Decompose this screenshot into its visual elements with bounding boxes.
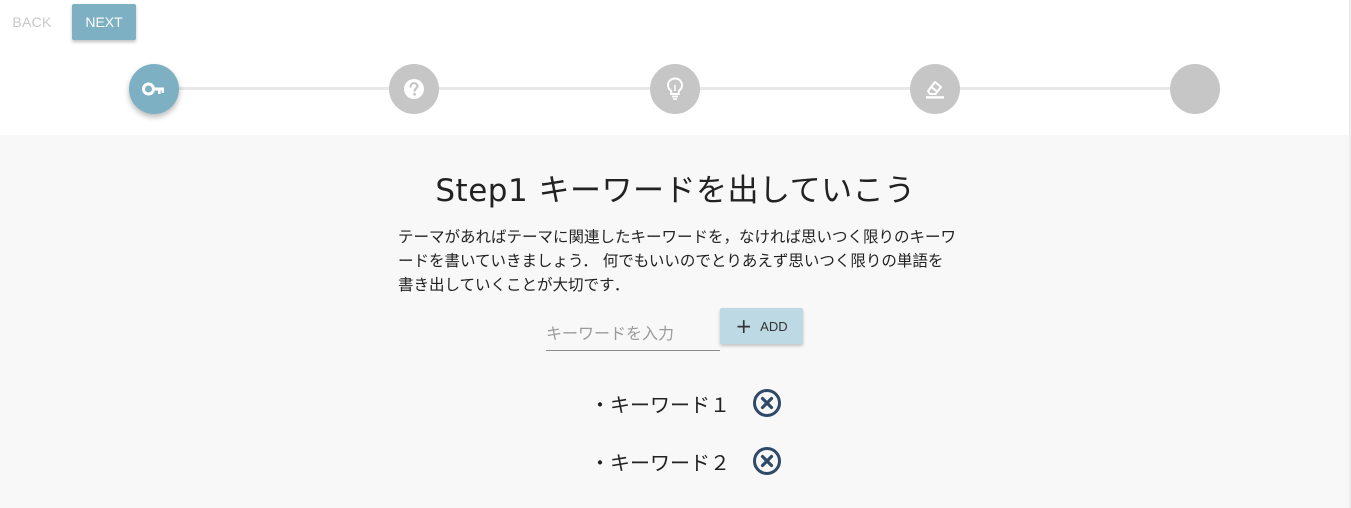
list-bullet: ・ xyxy=(590,392,610,417)
eraser-icon xyxy=(926,81,944,99)
help-circle-icon xyxy=(404,79,424,99)
keyword-input-wrapper xyxy=(546,318,720,351)
close-circle-icon[interactable] xyxy=(752,446,782,476)
back-button[interactable]: BACK xyxy=(4,4,60,40)
main-content: Step1 キーワードを出していこう テーマがあればテーマに関連したキーワードを… xyxy=(0,135,1351,508)
add-button-label: ADD xyxy=(760,318,788,334)
step-2-question[interactable] xyxy=(389,64,439,114)
list-bullet: ・ xyxy=(590,450,610,475)
key-icon xyxy=(142,82,164,96)
next-button[interactable]: NEXT xyxy=(72,4,136,40)
plus-icon: + xyxy=(735,314,753,338)
keyword-text: キーワード２ xyxy=(610,450,730,475)
keyword-list-item: ・ キーワード２ xyxy=(590,446,730,476)
keyword-list-item: ・ キーワード１ xyxy=(590,388,730,418)
step-3-idea[interactable] xyxy=(650,64,700,114)
keyword-input[interactable] xyxy=(546,318,720,348)
lightbulb-icon xyxy=(666,77,684,100)
step-4-write[interactable] xyxy=(910,64,960,114)
step-1-keyword[interactable] xyxy=(129,64,179,114)
instructions-text: テーマがあればテーマに関連したキーワードを，なければ思いつく限りのキーワードを書… xyxy=(398,228,957,294)
keyword-text: キーワード１ xyxy=(610,392,730,417)
top-bar: BACK NEXT xyxy=(0,0,1351,135)
page-title: Step1 キーワードを出していこう xyxy=(435,173,916,209)
add-keyword-button[interactable]: + ADD xyxy=(720,308,803,344)
close-circle-icon[interactable] xyxy=(752,388,782,418)
step-5[interactable] xyxy=(1170,64,1220,114)
